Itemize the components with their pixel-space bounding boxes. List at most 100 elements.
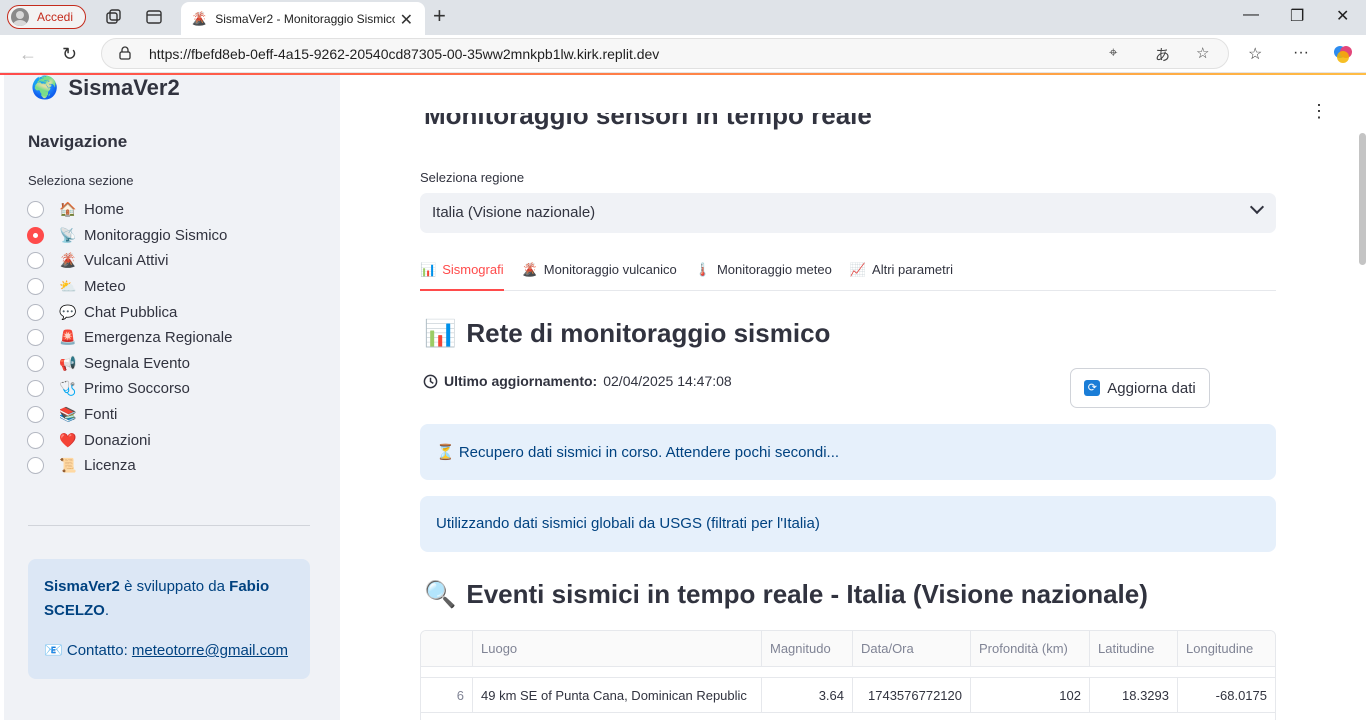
tab-label: Monitoraggio meteo — [716, 262, 832, 277]
radio-button[interactable] — [27, 457, 44, 475]
address-bar: ← ↻ https://fbefd8eb-0eff-4a15-9262-2054… — [0, 35, 1366, 73]
restore-icon[interactable]: ❐ — [1290, 6, 1304, 26]
column-header[interactable] — [421, 631, 473, 666]
reload-icon[interactable]: ↻ — [62, 44, 77, 65]
profile-label: Accedi — [37, 10, 74, 24]
sidebar-divider — [28, 525, 310, 526]
sidebar-item-home[interactable]: 🏠 Home — [27, 197, 232, 223]
tab-monitoraggio-vulcanico[interactable]: 🌋 Monitoraggio vulcanico — [522, 255, 677, 291]
section-title-text: Rete di monitoraggio sismico — [466, 318, 831, 348]
favorite-star-icon[interactable]: ☆ — [1196, 44, 1209, 62]
sidebar-item-monitoraggio-sismico[interactable]: 📡 Monitoraggio Sismico — [27, 223, 232, 249]
nav-heading: Navigazione — [28, 132, 128, 151]
main-content: ⋮ Monitoraggio sensori in tempo reale Se… — [340, 75, 1366, 720]
sidebar-item-label: Vulcani Attivi — [84, 252, 169, 270]
radio-button[interactable] — [27, 380, 44, 398]
credits-period: . — [104, 602, 110, 619]
sidebar-item-icon: 💬 — [59, 303, 77, 320]
close-tab-icon[interactable]: ✕ — [400, 10, 413, 30]
column-header[interactable]: Latitudine — [1090, 631, 1178, 666]
sidebar-item-icon: 📡 — [59, 226, 77, 243]
sidebar-item-icon: 🏠 — [59, 201, 77, 218]
sidebar-item-label: Monitoraggio Sismico — [84, 226, 228, 244]
back-icon[interactable]: ← — [19, 44, 37, 65]
tab-sismografi[interactable]: 📊 Sismografi — [420, 255, 504, 291]
sidebar-item-emergenza-regionale[interactable]: 🚨 Emergenza Regionale — [27, 325, 232, 351]
column-header[interactable]: Data/Ora — [853, 631, 971, 666]
radio-button[interactable] — [27, 406, 44, 424]
radio-button[interactable] — [27, 226, 44, 244]
tab-title: SismaVer2 - Monitoraggio Sismico — [215, 11, 396, 26]
loading-alert: ⏳ Recupero dati sismici in corso. Attend… — [420, 424, 1276, 480]
sidebar-item-label: Licenza — [84, 457, 136, 475]
table-cell: 49 km SE of Punta Cana, Dominican Republ… — [473, 678, 762, 712]
radio-button[interactable] — [27, 354, 44, 372]
sidebar-item-donazioni[interactable]: ❤️ Donazioni — [27, 427, 232, 453]
more-icon[interactable]: ··· — [1293, 44, 1309, 62]
column-header[interactable]: Luogo — [473, 631, 762, 666]
sidebar-item-vulcani-attivi[interactable]: 🌋 Vulcani Attivi — [27, 248, 232, 274]
sidebar-item-primo-soccorso[interactable]: 🩺 Primo Soccorso — [27, 376, 232, 402]
radio-button[interactable] — [27, 431, 44, 449]
sidebar-item-label: Emergenza Regionale — [84, 329, 233, 347]
region-select-value: Italia (Visione nazionale) — [432, 204, 596, 221]
sidebar-item-licenza[interactable]: 📜 Licenza — [27, 453, 232, 479]
read-aloud-icon[interactable]: あ — [1155, 44, 1170, 65]
globe-icon: 🌍 — [31, 75, 59, 100]
radio-button[interactable] — [27, 329, 44, 347]
radio-button[interactable] — [27, 278, 44, 296]
radio-button[interactable] — [27, 201, 44, 219]
sidebar-item-label: Chat Pubblica — [84, 303, 178, 321]
avatar-icon — [11, 8, 29, 26]
column-header[interactable]: Magnitudo — [762, 631, 853, 666]
close-window-icon[interactable]: ✕ — [1336, 6, 1349, 26]
clock-icon — [423, 374, 438, 388]
sidebar-item-label: Primo Soccorso — [84, 380, 190, 398]
sidebar-item-label: Meteo — [84, 278, 126, 296]
last-update: Ultimo aggiornamento: 02/04/2025 14:47:0… — [423, 373, 732, 389]
tab-label: Altri parametri — [872, 262, 953, 277]
sidebar-item-icon: 📢 — [59, 354, 77, 371]
sidebar-item-meteo[interactable]: ⛅ Meteo — [27, 274, 232, 300]
table-row[interactable]: 6 49 km SE of Punta Cana, Dominican Repub… — [421, 677, 1275, 713]
tab-monitoraggio-meteo[interactable]: 🌡️ Monitoraggio meteo — [695, 255, 832, 291]
browser-tab-active[interactable]: 🌋 SismaVer2 - Monitoraggio Sismico ✕ — [181, 2, 425, 35]
monitoring-tabs: 📊 Sismografi 🌋 Monitoraggio vulcanico 🌡️ Moni… — [420, 255, 1276, 291]
magnifier-icon: 🔍 — [424, 579, 457, 609]
tab-icon: 📊 — [420, 262, 437, 277]
radio-button[interactable] — [27, 252, 44, 270]
radio-button[interactable] — [27, 303, 44, 321]
sidebar-item-icon: ❤️ — [59, 431, 77, 448]
events-title-text: Eventi sismici in tempo reale - Italia (… — [466, 579, 1148, 609]
copilot-icon[interactable] — [1332, 43, 1354, 65]
app-title-text: SismaVer2 — [68, 75, 180, 100]
region-select[interactable]: Italia (Visione nazionale) — [420, 193, 1276, 233]
column-header[interactable]: Profondità (km) — [971, 631, 1090, 666]
location-icon[interactable]: ⌖ — [1109, 44, 1117, 61]
scrollbar-thumb[interactable] — [1359, 133, 1366, 265]
column-header[interactable]: Longitudine — [1178, 631, 1275, 666]
events-table[interactable]: Luogo Magnitudo Data/Ora Profondità (km) Lat… — [420, 630, 1276, 720]
contact-email-link[interactable]: meteotorre@gmail.com — [132, 642, 288, 659]
source-alert: Utilizzando dati sismici globali da USGS… — [420, 496, 1276, 552]
lock-icon — [119, 46, 131, 60]
table-cell: 18.3293 — [1090, 678, 1178, 712]
url-text: https://fbefd8eb-0eff-4a15-9262-20540cd8… — [149, 46, 660, 62]
vertical-tabs-icon[interactable] — [145, 8, 163, 26]
sidebar-item-chat-pubblica[interactable]: 💬 Chat Pubblica — [27, 299, 232, 325]
main-menu-icon[interactable]: ⋮ — [1310, 101, 1328, 122]
refresh-icon: ⟳ — [1084, 380, 1101, 396]
profile-button[interactable]: Accedi — [7, 5, 86, 29]
region-select-label: Seleziona regione — [420, 170, 525, 185]
tab-altri-parametri[interactable]: 📈 Altri parametri — [850, 255, 953, 291]
url-field[interactable]: https://fbefd8eb-0eff-4a15-9262-20540cd8… — [101, 38, 1229, 69]
sidebar-item-fonti[interactable]: 📚 Fonti — [27, 402, 232, 428]
sidebar-item-segnala-evento[interactable]: 📢 Segnala Evento — [27, 351, 232, 377]
refresh-data-button[interactable]: ⟳ Aggiorna dati — [1070, 368, 1210, 408]
new-tab-icon[interactable]: + — [433, 5, 446, 27]
workspaces-icon[interactable] — [104, 8, 122, 26]
bar-chart-icon: 📊 — [424, 318, 457, 348]
minimize-icon[interactable]: — — [1243, 6, 1259, 24]
sidebar-item-label: Fonti — [84, 406, 118, 424]
favorites-icon[interactable]: ☆ — [1248, 44, 1262, 64]
